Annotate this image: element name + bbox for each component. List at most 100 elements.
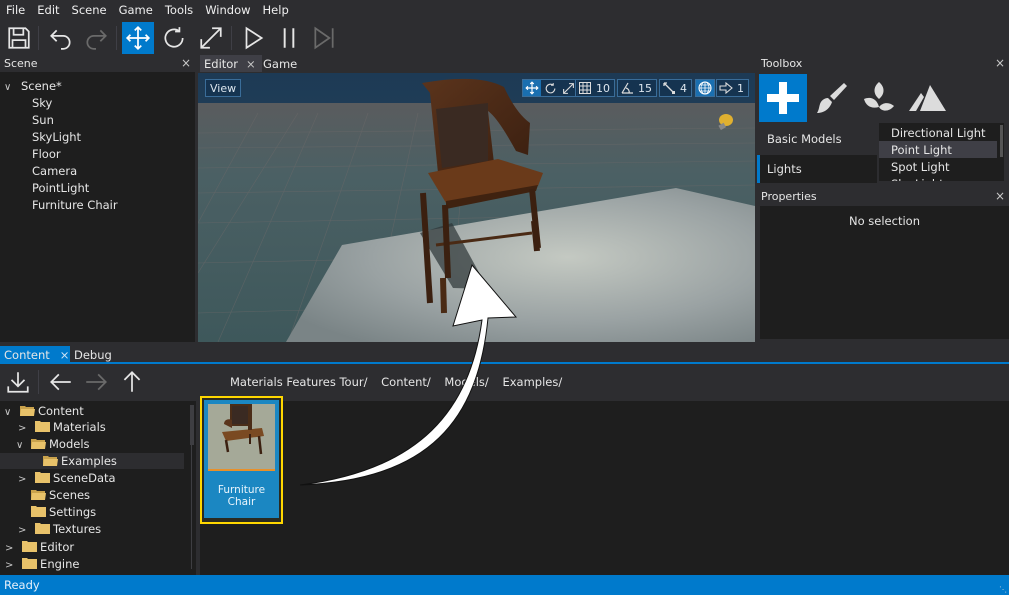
scale-snap-button[interactable]: 4 xyxy=(659,79,692,97)
translate-button[interactable] xyxy=(122,22,154,54)
step-icon xyxy=(314,26,334,50)
scene-item-sky[interactable]: Sky xyxy=(32,96,52,110)
redo-button[interactable] xyxy=(80,22,112,54)
mountain-icon xyxy=(909,85,946,111)
breadcrumb-item[interactable]: Materials Features Tour/ xyxy=(230,375,367,389)
lights-list: Directional Light Point Light Spot Light… xyxy=(879,123,1004,181)
chevron-right-icon[interactable]: > xyxy=(5,560,13,571)
scene-item-furniture-chair[interactable]: Furniture Chair xyxy=(32,198,118,212)
scene-item-camera[interactable]: Camera xyxy=(32,164,77,178)
rotate-gizmo-button[interactable] xyxy=(541,80,559,96)
import-button[interactable] xyxy=(4,368,32,396)
breadcrumb-item[interactable]: Models/ xyxy=(444,375,488,389)
close-icon[interactable]: × xyxy=(995,188,1005,205)
tree-item-editor[interactable]: > Editor xyxy=(5,540,74,554)
category-lights[interactable]: Lights xyxy=(757,155,877,183)
viewport-scene xyxy=(198,73,755,342)
world-space-toggle[interactable] xyxy=(695,79,715,97)
paint-tool-button[interactable] xyxy=(807,74,855,122)
tree-item-content[interactable]: ∨ Content xyxy=(4,404,84,418)
tree-item-engine[interactable]: > Engine xyxy=(5,557,79,571)
tree-scrollbar-thumb[interactable] xyxy=(190,405,194,445)
arrow-left-icon xyxy=(50,373,71,391)
camera-speed-value: 1 xyxy=(737,81,744,95)
list-item-sky-light[interactable]: Sky Light xyxy=(879,175,997,182)
grid-icon xyxy=(576,80,594,96)
close-icon[interactable]: × xyxy=(246,57,256,71)
tab-editor[interactable]: Editor × xyxy=(200,55,262,72)
list-item-directional-light[interactable]: Directional Light xyxy=(879,124,997,141)
tab-debug[interactable]: Debug xyxy=(70,346,116,363)
tree-item-label: Textures xyxy=(53,522,102,536)
breadcrumb-item[interactable]: Content/ xyxy=(381,375,431,389)
rotate-button[interactable] xyxy=(158,22,190,54)
chair-thumbnail-image xyxy=(208,404,275,469)
chevron-down-icon[interactable]: ∨ xyxy=(4,407,11,418)
save-button[interactable] xyxy=(3,22,35,54)
leaves-icon xyxy=(864,82,894,111)
menu-help[interactable]: Help xyxy=(257,3,295,17)
grid-snap-button[interactable]: 10 xyxy=(575,79,615,97)
translate-gizmo-button[interactable] xyxy=(523,80,541,96)
camera-speed-button[interactable]: 1 xyxy=(716,79,749,97)
scene-tree-root[interactable]: ∨ Scene* xyxy=(4,79,62,93)
properties-title: Properties xyxy=(761,190,817,203)
chevron-right-icon[interactable]: > xyxy=(5,543,13,554)
chevron-down-icon[interactable]: ∨ xyxy=(4,82,11,93)
up-button[interactable] xyxy=(118,368,146,396)
pause-icon xyxy=(283,28,295,48)
list-item-spot-light[interactable]: Spot Light xyxy=(879,158,997,175)
scale-button[interactable] xyxy=(195,22,227,54)
menu-tools[interactable]: Tools xyxy=(159,3,199,17)
file-item-furniture-chair[interactable]: Furniture Chair xyxy=(200,396,283,524)
menu-file[interactable]: File xyxy=(0,3,31,17)
tree-item-examples[interactable]: Examples xyxy=(43,454,117,468)
terrain-tool-button[interactable] xyxy=(903,74,951,122)
rotation-snap-value: 15 xyxy=(638,81,652,95)
tree-scrollbar-track[interactable] xyxy=(191,445,192,569)
tree-item-models[interactable]: ∨ Models xyxy=(16,437,90,451)
breadcrumb-item[interactable]: Examples/ xyxy=(502,375,562,389)
spawn-tool-button[interactable] xyxy=(759,74,807,122)
tree-item-scenedata[interactable]: > SceneData xyxy=(18,471,116,485)
play-button[interactable] xyxy=(237,22,269,54)
close-icon[interactable]: × xyxy=(181,55,191,72)
scene-item-sun[interactable]: Sun xyxy=(32,113,54,127)
category-basic-models[interactable]: Basic Models xyxy=(757,125,877,153)
tree-item-label: Models xyxy=(48,437,90,451)
rotation-snap-button[interactable]: 15 xyxy=(617,79,657,97)
pause-button[interactable] xyxy=(273,22,305,54)
scene-item-floor[interactable]: Floor xyxy=(32,147,61,161)
tree-item-scenes[interactable]: Scenes xyxy=(31,488,90,502)
close-icon[interactable]: × xyxy=(60,348,70,362)
folder-icon xyxy=(22,558,38,569)
forward-button[interactable] xyxy=(82,368,110,396)
view-menu-button[interactable]: View xyxy=(205,79,242,97)
scene-item-pointlight[interactable]: PointLight xyxy=(32,181,89,195)
folder-open-icon xyxy=(19,405,35,416)
tree-item-materials[interactable]: > Materials xyxy=(18,420,106,434)
scene-item-skylight[interactable]: SkyLight xyxy=(32,130,81,144)
step-button[interactable] xyxy=(308,22,340,54)
menu-scene[interactable]: Scene xyxy=(66,3,113,17)
tab-game[interactable]: Game xyxy=(259,55,301,72)
lights-list-scrollbar[interactable] xyxy=(1000,125,1003,157)
tab-content[interactable]: Content × xyxy=(0,346,70,363)
list-item-point-light[interactable]: Point Light xyxy=(879,141,997,158)
resize-grip-icon[interactable]: ⋱ xyxy=(999,585,1007,594)
chevron-down-icon[interactable]: ∨ xyxy=(16,440,23,451)
tree-item-settings[interactable]: Settings xyxy=(31,505,96,519)
foliage-tool-button[interactable] xyxy=(855,74,903,122)
chevron-right-icon[interactable]: > xyxy=(18,525,26,536)
close-icon[interactable]: × xyxy=(995,55,1005,72)
3d-viewport[interactable]: View 10 15 4 1 xyxy=(198,73,755,342)
menu-edit[interactable]: Edit xyxy=(31,3,65,17)
chevron-right-icon[interactable]: > xyxy=(18,423,26,434)
back-button[interactable] xyxy=(47,368,75,396)
menu-window[interactable]: Window xyxy=(199,3,256,17)
undo-button[interactable] xyxy=(45,22,77,54)
chevron-right-icon[interactable]: > xyxy=(18,474,26,485)
tab-editor-label: Editor xyxy=(204,56,239,71)
menu-game[interactable]: Game xyxy=(113,3,159,17)
tree-item-textures[interactable]: > Textures xyxy=(18,522,101,536)
